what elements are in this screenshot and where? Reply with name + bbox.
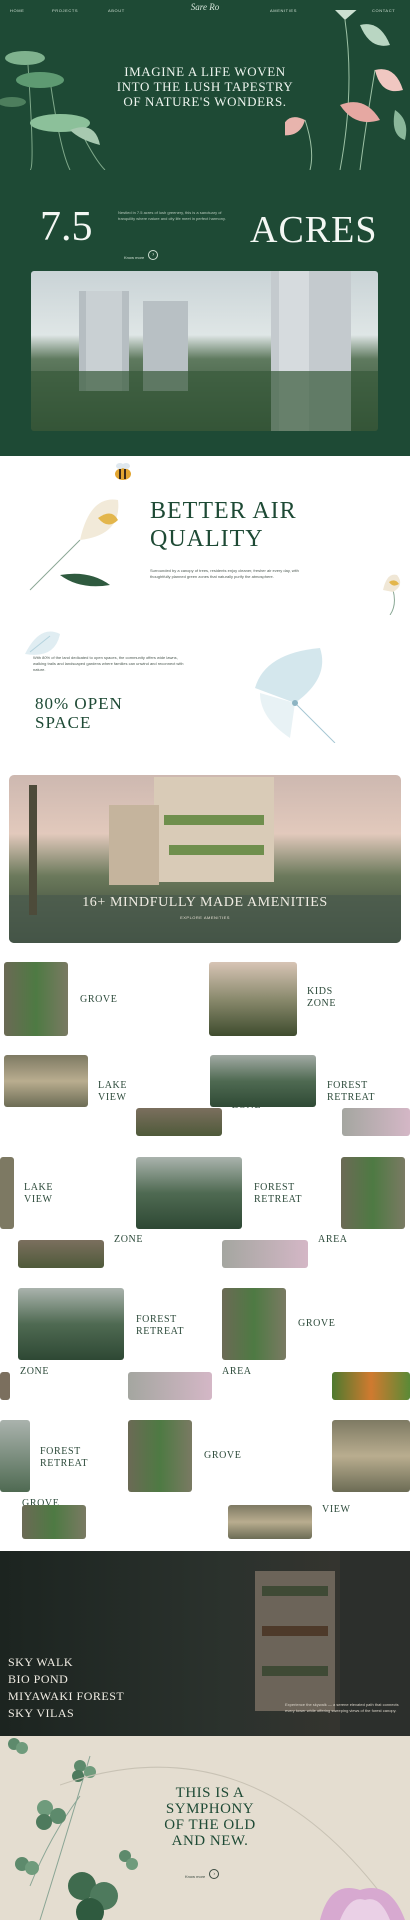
aerial-towers-photo	[31, 271, 378, 431]
pink-flower-illustration	[320, 1888, 405, 1920]
acres-blurb: Nestled in 7.5 acres of lush greenery, t…	[118, 210, 226, 221]
acres-link-label: Know more	[124, 255, 145, 260]
acres-word: ACRES	[250, 209, 378, 251]
open-space-text: With 80% of the land dedicated to open s…	[33, 655, 184, 672]
symphony-know-more-link[interactable]: Know more ›	[185, 1865, 220, 1883]
forest-retreat-tile-label: FOREST RETREAT	[136, 1314, 185, 1337]
lake-view-tile-photo[interactable]	[4, 1055, 88, 1107]
grove-tile-label: GROVE	[80, 994, 118, 1005]
area-tile-photo[interactable]	[128, 1372, 212, 1400]
tulip-icon	[383, 574, 401, 615]
acres-know-more-link[interactable]: Know more ›	[124, 246, 159, 264]
forest-retreat-tile-label: FOREST RETREAT	[327, 1080, 376, 1103]
feature-item-sky-walk[interactable]: SKY WALK	[8, 1654, 124, 1671]
dandelion-fan-illustration	[255, 648, 336, 743]
grove-tile-photo[interactable]	[22, 1505, 86, 1539]
nav-item-home[interactable]: HOME	[10, 8, 24, 13]
flower-bud-illustration	[29, 499, 119, 591]
open-space-title: 80% OPEN SPACE	[35, 694, 123, 732]
area-tile-photo[interactable]	[342, 1108, 410, 1136]
nav-item-projects[interactable]: PROJECTS	[52, 8, 78, 13]
arrow-right-icon: ›	[148, 250, 159, 261]
area-tile-label: AREA	[222, 1366, 252, 1377]
lake-view-tile-label: LAKE VIEW	[24, 1182, 54, 1205]
grove-tile-label: GROVE	[204, 1450, 242, 1461]
better-air-title: BETTER AIR QUALITY	[150, 497, 297, 553]
title-line: 80% OPEN	[35, 694, 123, 713]
lake-view-tile-photo-edge[interactable]	[0, 1157, 14, 1229]
nav-item-amenities[interactable]: AMENITIES	[270, 8, 297, 13]
kids-zone-tile-label: KIDS ZONE	[307, 986, 337, 1009]
hero-title-line: IMAGINE A LIFE WOVEN	[124, 64, 286, 79]
forest-retreat-tile-photo[interactable]	[136, 1157, 242, 1229]
zone-tile-photo[interactable]	[18, 1240, 104, 1268]
zone-tile-label: ZONE	[114, 1234, 144, 1245]
hero-title: IMAGINE A LIFE WOVEN INTO THE LUSH TAPES…	[95, 64, 315, 109]
forest-retreat-tile-photo-edge[interactable]	[0, 1420, 30, 1492]
nav-item-about[interactable]: ABOUT	[108, 8, 125, 13]
zone-tile-photo[interactable]	[136, 1108, 222, 1136]
brand-logo[interactable]: Sare Ro	[190, 2, 220, 22]
better-air-text: Surrounded by a canopy of trees, residen…	[150, 568, 299, 579]
symphony-link-label: Know more	[185, 1874, 206, 1879]
bee-icon	[115, 463, 131, 480]
acres-number: 7.5	[40, 204, 93, 250]
feature-item-bio-pond[interactable]: BIO POND	[8, 1671, 124, 1688]
zone-tile-photo-edge[interactable]	[0, 1372, 10, 1400]
lake-view-tile-label: LAKE VIEW	[98, 1080, 128, 1103]
forest-retreat-tile-label: FOREST RETREAT	[40, 1446, 89, 1469]
area-tile-label: AREA	[318, 1234, 348, 1245]
hero-title-line: OF NATURE'S WONDERS.	[123, 94, 287, 109]
title-line: SPACE	[35, 713, 92, 732]
title-line: THIS IS A	[175, 1785, 245, 1801]
lake-view-tile-photo[interactable]	[332, 1420, 410, 1492]
symphony-title: THIS IS A SYMPHONY OF THE OLD AND NEW.	[145, 1785, 275, 1849]
forest-retreat-tile-photo[interactable]	[18, 1288, 124, 1360]
grove-tile-photo[interactable]	[222, 1288, 286, 1360]
forest-retreat-tile-photo[interactable]	[210, 1055, 316, 1107]
area-tile-photo[interactable]	[222, 1240, 308, 1268]
title-line: SYMPHONY	[165, 1801, 255, 1817]
grove-tile-photo[interactable]	[4, 962, 68, 1036]
grove-tile-photo[interactable]	[341, 1157, 405, 1229]
forest-retreat-tile-label: FOREST RETREAT	[254, 1182, 303, 1205]
hero-title-line: INTO THE LUSH TAPESTRY	[116, 79, 294, 94]
kids-zone-tile-photo[interactable]	[209, 962, 297, 1036]
explore-amenities-link[interactable]: EXPLORE AMENITIES	[170, 915, 240, 920]
butterfly-tile-photo[interactable]	[332, 1372, 410, 1400]
grove-tile-label: GROVE	[298, 1318, 336, 1329]
amenities-title: 16+ MINDFULLY MADE AMENITIES	[82, 895, 328, 910]
grove-tile-photo[interactable]	[128, 1420, 192, 1492]
title-line: OF THE OLD	[164, 1817, 256, 1833]
lake-view-tile-label: VIEW	[322, 1504, 351, 1515]
zone-tile-label: ZONE	[20, 1366, 50, 1377]
nav-item-contact[interactable]: CONTACT	[372, 8, 395, 13]
title-line: AND NEW.	[171, 1833, 249, 1849]
title-line: BETTER AIR	[150, 498, 297, 524]
arrow-right-icon: ›	[209, 1869, 220, 1880]
lake-view-tile-photo[interactable]	[228, 1505, 312, 1539]
features-caption: Experience the skywalk — a serene elevat…	[285, 1702, 399, 1713]
feature-item-miyawaki-forest[interactable]: MIYAWAKI FOREST	[8, 1688, 124, 1705]
feature-item-sky-vilas[interactable]: SKY VILAS	[8, 1705, 124, 1722]
features-list: SKY WALK BIO POND MIYAWAKI FOREST SKY VI…	[8, 1654, 124, 1722]
title-line: QUALITY	[150, 526, 264, 552]
